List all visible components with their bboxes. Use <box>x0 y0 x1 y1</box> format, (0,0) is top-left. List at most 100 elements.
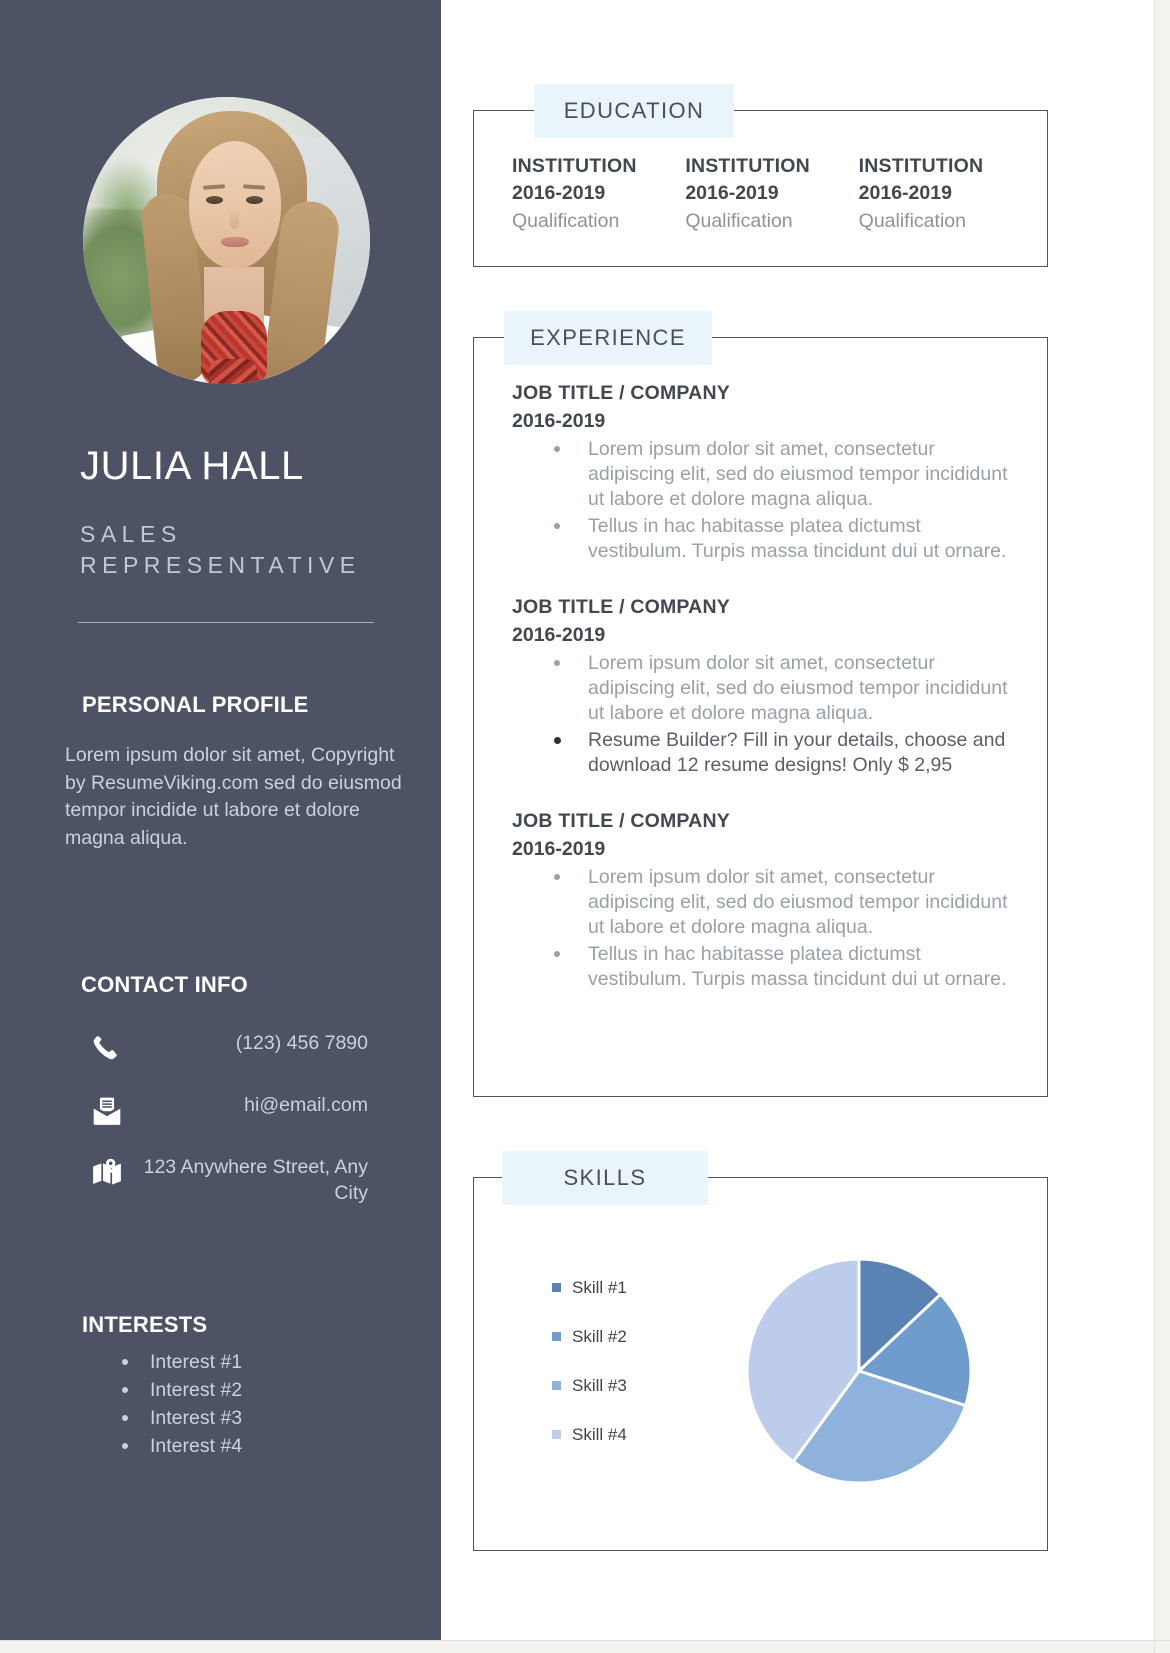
personal-profile-text: Lorem ipsum dolor sit amet, Copyright by… <box>65 744 402 849</box>
job-entry: JOB TITLE / COMPANY 2016-2019 Lorem ipsu… <box>512 808 1022 992</box>
job-entry: JOB TITLE / COMPANY 2016-2019 Lorem ipsu… <box>512 380 1022 564</box>
job-bullet: Tellus in hac habitasse platea dictumst … <box>512 942 1022 992</box>
resume-page: JULIA HALL SALES REPRESENTATIVE PERSONAL… <box>0 0 1170 1653</box>
legend-swatch <box>552 1283 561 1292</box>
job-bullet-text: Tellus in hac habitasse platea dictumst … <box>588 943 1007 990</box>
photo-eye-right <box>246 196 263 204</box>
section-heading-interests: INTERESTS <box>82 1312 208 1337</box>
education-qualification: Qualification <box>512 210 620 232</box>
bullet-icon <box>554 951 560 957</box>
legend-swatch <box>552 1430 561 1439</box>
education-years: 2016-2019 <box>685 182 779 204</box>
job-bullets: Lorem ipsum dolor sit amet, consectetur … <box>512 437 1022 564</box>
legend-swatch <box>552 1332 561 1341</box>
education-qualification: Qualification <box>858 210 966 232</box>
list-item: Interest #2 <box>100 1376 400 1404</box>
page-edge-bottom <box>0 1640 1170 1653</box>
education-years: 2016-2019 <box>858 182 952 204</box>
bullet-icon <box>554 737 561 744</box>
job-bullet-text: Lorem ipsum dolor sit amet, consectetur … <box>588 866 1008 938</box>
interest-label: Interest #2 <box>150 1379 243 1401</box>
bullet-icon <box>122 1415 128 1421</box>
job-bullet: Lorem ipsum dolor sit amet, consectetur … <box>512 437 1022 512</box>
sidebar: JULIA HALL SALES REPRESENTATIVE PERSONAL… <box>0 0 441 1640</box>
job-bullet: Lorem ipsum dolor sit amet, consectetur … <box>512 651 1022 726</box>
pie-chart-svg <box>745 1257 973 1485</box>
job-bullet: Tellus in hac habitasse platea dictumst … <box>512 514 1022 564</box>
bullet-icon <box>122 1359 128 1365</box>
job-bullets: Lorem ipsum dolor sit amet, consectetur … <box>512 651 1022 778</box>
interest-label: Interest #1 <box>150 1351 243 1373</box>
education-institution: INSTITUTION <box>685 155 810 177</box>
page-edge-line-bottom <box>0 1640 1170 1641</box>
divider <box>78 622 374 623</box>
contact-phone-value: (123) 456 7890 <box>235 1032 368 1054</box>
main-content: EDUCATION INSTITUTION 2016-2019 Qualific… <box>441 0 1154 1640</box>
photo-lips <box>221 237 249 247</box>
photo-scarf-lower <box>209 359 257 384</box>
education-entry: INSTITUTION 2016-2019 Qualification <box>859 153 1032 236</box>
education-qualification: Qualification <box>685 210 793 232</box>
pie-chart-legend: Skill #1 Skill #2 Skill #3 Skill #4 <box>552 1278 627 1474</box>
avatar <box>83 97 370 384</box>
job-years: 2016-2019 <box>512 624 606 646</box>
contact-email-value: hi@email.com <box>244 1094 368 1116</box>
contact-item-email: hi@email.com <box>78 1092 378 1148</box>
bullet-icon <box>122 1387 128 1393</box>
skills-section: SKILLS Skill #1 Skill #2 Skill #3 Skill … <box>473 1151 1048 1551</box>
education-institution: INSTITUTION <box>512 155 637 177</box>
job-title: JOB TITLE / COMPANY <box>512 596 730 618</box>
profile-photo <box>83 97 370 384</box>
list-item: Interest #1 <box>100 1348 400 1376</box>
bullet-icon <box>554 874 560 880</box>
contact-item-phone: (123) 456 7890 <box>78 1030 378 1086</box>
education-entry: INSTITUTION 2016-2019 Qualification <box>512 153 685 236</box>
interest-label: Interest #3 <box>150 1407 243 1429</box>
bullet-icon <box>554 523 560 529</box>
page-edge-right <box>1154 0 1170 1653</box>
education-years: 2016-2019 <box>512 182 606 204</box>
photo-eye-left <box>206 196 223 204</box>
list-item: Interest #4 <box>100 1432 400 1460</box>
map-location-icon <box>90 1156 124 1190</box>
job-bullet-text: Lorem ipsum dolor sit amet, consectetur … <box>588 652 1008 724</box>
interests-list: Interest #1 Interest #2 Interest #3 Inte… <box>100 1348 400 1460</box>
photo-face <box>189 141 281 269</box>
education-entry: INSTITUTION 2016-2019 Qualification <box>685 153 858 236</box>
legend-label: Skill #2 <box>572 1327 627 1346</box>
bullet-icon <box>554 446 560 452</box>
education-institution: INSTITUTION <box>858 155 984 177</box>
job-years: 2016-2019 <box>512 838 606 860</box>
legend-item: Skill #3 <box>552 1376 627 1425</box>
list-item: Interest #3 <box>100 1404 400 1432</box>
legend-label: Skill #4 <box>572 1425 627 1444</box>
experience-entries: JOB TITLE / COMPANY 2016-2019 Lorem ipsu… <box>512 380 1022 992</box>
email-icon <box>90 1094 124 1128</box>
interest-label: Interest #4 <box>150 1435 243 1457</box>
experience-section: EXPERIENCE JOB TITLE / COMPANY 2016-2019… <box>473 311 1048 1097</box>
education-section: EDUCATION INSTITUTION 2016-2019 Qualific… <box>473 84 1048 267</box>
section-heading-contact-info: CONTACT INFO <box>81 972 248 997</box>
bullet-icon <box>554 660 560 666</box>
job-bullet: Lorem ipsum dolor sit amet, consectetur … <box>512 865 1022 940</box>
legend-swatch <box>552 1381 561 1390</box>
section-heading-experience: EXPERIENCE <box>504 311 712 365</box>
job-title: JOB TITLE / COMPANY <box>512 810 730 832</box>
job-entry: JOB TITLE / COMPANY 2016-2019 Lorem ipsu… <box>512 594 1022 778</box>
page-edge-line-right <box>1154 0 1155 1653</box>
contact-address-value: 123 Anywhere Street, Any City <box>143 1156 368 1204</box>
legend-item: Skill #4 <box>552 1425 627 1474</box>
photo-nose <box>230 209 239 229</box>
job-bullet-text: Resume Builder? Fill in your details, ch… <box>588 729 1006 776</box>
section-heading-personal-profile: PERSONAL PROFILE <box>82 692 309 717</box>
phone-icon <box>90 1032 124 1066</box>
legend-label: Skill #1 <box>572 1278 627 1297</box>
job-bullets: Lorem ipsum dolor sit amet, consectetur … <box>512 865 1022 992</box>
section-heading-education: EDUCATION <box>534 84 734 138</box>
legend-label: Skill #3 <box>572 1376 627 1395</box>
job-title: JOB TITLE / COMPANY <box>512 382 730 404</box>
page-title: JULIA HALL <box>80 444 304 488</box>
skills-pie-chart <box>744 1256 974 1486</box>
legend-item: Skill #2 <box>552 1327 627 1376</box>
contact-list: (123) 456 7890 hi@email.com 123 Anywhere… <box>78 1030 378 1216</box>
